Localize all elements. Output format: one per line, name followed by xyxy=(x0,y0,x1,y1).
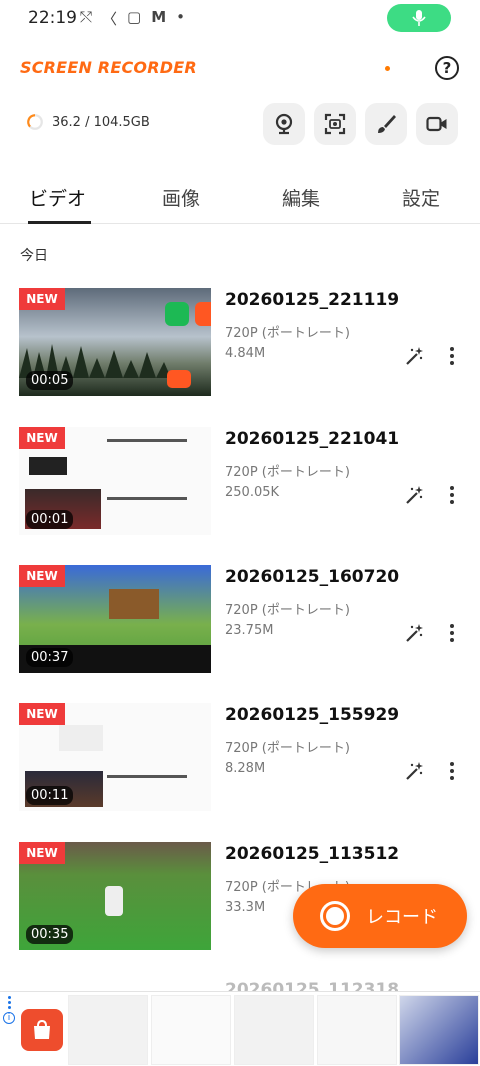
new-badge: NEW xyxy=(19,565,65,587)
tab-images[interactable]: 画像 xyxy=(162,184,200,211)
video-name: 20260125_160720 xyxy=(225,567,400,587)
spotify-app-icon xyxy=(165,302,189,326)
video-size: 33.3M xyxy=(225,900,266,915)
video-name: 20260125_155929 xyxy=(225,705,400,725)
magic-wand-icon xyxy=(406,624,423,642)
video-duration: 00:37 xyxy=(26,648,74,667)
ad-product-image[interactable] xyxy=(234,995,314,1065)
more-options-button[interactable] xyxy=(441,483,463,507)
webcam-button[interactable] xyxy=(263,103,305,145)
status-time: 22:19 xyxy=(28,8,77,28)
webcam-icon xyxy=(275,113,293,135)
video-resolution: 720P (ポートレート) xyxy=(225,326,350,341)
edit-button[interactable] xyxy=(402,344,426,368)
storage-ring-icon xyxy=(27,114,43,130)
video-size: 23.75M xyxy=(225,623,274,638)
gmail-icon: M xyxy=(151,8,167,26)
video-resolution: 720P (ポートレート) xyxy=(225,465,350,480)
ad-info-icon[interactable]: i xyxy=(3,1012,15,1024)
more-icon xyxy=(450,624,454,628)
screenshot-button[interactable] xyxy=(314,103,356,145)
ad-product-image[interactable] xyxy=(68,995,148,1065)
mic-indicator[interactable] xyxy=(387,4,451,32)
record-icon xyxy=(320,901,350,931)
video-duration: 00:11 xyxy=(26,786,74,805)
video-size: 8.28M xyxy=(225,761,266,776)
more-icon xyxy=(450,347,454,351)
video-record-button[interactable] xyxy=(416,103,458,145)
help-button[interactable]: ? xyxy=(435,56,459,80)
video-list-item[interactable]: NEW 00:05 20260125_221119 720P (ポートレート) … xyxy=(0,288,480,396)
more-notifications-icon: • xyxy=(176,8,186,26)
edit-button[interactable] xyxy=(402,759,426,783)
edit-button[interactable] xyxy=(402,483,426,507)
new-badge: NEW xyxy=(19,703,65,725)
more-icon xyxy=(450,762,454,766)
clipboard-icon: ▢ xyxy=(127,8,142,26)
more-options-button[interactable] xyxy=(441,344,463,368)
more-icon xyxy=(450,486,454,490)
magic-wand-icon xyxy=(406,762,423,780)
video-list-item[interactable]: NEW 00:37 20260125_160720 720P (ポートレート) … xyxy=(0,565,480,673)
shopee-icon[interactable] xyxy=(21,1009,63,1051)
video-camera-icon xyxy=(426,116,447,132)
video-resolution: 720P (ポートレート) xyxy=(225,741,350,756)
video-thumbnail[interactable]: NEW 00:01 xyxy=(19,427,211,535)
video-thumbnail[interactable]: NEW 00:05 xyxy=(19,288,211,396)
help-icon: ? xyxy=(442,59,452,77)
tab-edit[interactable]: 編集 xyxy=(282,184,320,211)
record-button[interactable]: レコード xyxy=(293,884,467,948)
tab-settings[interactable]: 設定 xyxy=(402,184,440,211)
magic-wand-icon xyxy=(406,486,423,504)
active-tab-indicator xyxy=(28,221,91,224)
video-list-item[interactable]: NEW 00:01 20260125_221041 720P (ポートレート) … xyxy=(0,427,480,535)
brush-icon xyxy=(378,115,396,133)
storage-text: 36.2 / 104.5GB xyxy=(52,114,150,130)
video-thumbnail[interactable]: NEW 00:37 xyxy=(19,565,211,673)
tab-video[interactable]: ビデオ xyxy=(29,184,86,211)
record-button-label: レコード xyxy=(366,907,438,928)
video-size: 250.05K xyxy=(225,485,280,500)
ad-banner[interactable]: i xyxy=(0,991,480,1066)
status-notification-icons: ⤲ 〈 ▢ M • xyxy=(80,8,185,29)
network-icon: ⤲ xyxy=(80,8,93,26)
video-thumbnail[interactable]: NEW 00:35 xyxy=(19,842,211,950)
section-date-header: 今日 xyxy=(20,248,48,264)
ad-product-image[interactable] xyxy=(151,995,231,1065)
tab-bar: ビデオ 画像 編集 設定 xyxy=(0,178,480,224)
video-name: 20260125_221041 xyxy=(225,429,400,449)
video-duration: 00:35 xyxy=(26,925,74,944)
more-options-button[interactable] xyxy=(441,621,463,645)
brush-button[interactable] xyxy=(365,103,407,145)
ad-menu-icon[interactable] xyxy=(8,996,11,1009)
screenshot-icon xyxy=(324,113,346,135)
video-thumbnail[interactable]: NEW 00:11 xyxy=(19,703,211,811)
video-name: 20260125_113512 xyxy=(225,844,400,864)
new-badge: NEW xyxy=(19,427,65,449)
video-resolution: 720P (ポートレート) xyxy=(225,603,350,618)
ad-product-image[interactable] xyxy=(317,995,397,1065)
status-bar: 22:19 ⤲ 〈 ▢ M • xyxy=(0,0,480,36)
microphone-icon xyxy=(412,10,426,26)
video-duration: 00:01 xyxy=(26,510,74,529)
indicator-dot xyxy=(385,66,390,71)
record-icon-thumb xyxy=(167,370,191,388)
video-list-item[interactable]: NEW 00:11 20260125_155929 720P (ポートレート) … xyxy=(0,703,480,811)
more-options-button[interactable] xyxy=(441,759,463,783)
video-name: 20260125_221119 xyxy=(225,290,400,310)
edit-button[interactable] xyxy=(402,621,426,645)
app-title: SCREEN RECORDER xyxy=(20,58,197,77)
magic-wand-icon xyxy=(406,347,423,365)
video-size: 4.84M xyxy=(225,346,266,361)
video-duration: 00:05 xyxy=(26,371,74,390)
app-notification-icon: 〈 xyxy=(102,10,118,28)
new-badge: NEW xyxy=(19,842,65,864)
ad-product-image[interactable] xyxy=(399,995,479,1065)
storage-indicator: 36.2 / 104.5GB xyxy=(26,113,150,131)
new-badge: NEW xyxy=(19,288,65,310)
shopping-bag-icon xyxy=(34,1019,50,1039)
app-icon xyxy=(195,302,211,326)
